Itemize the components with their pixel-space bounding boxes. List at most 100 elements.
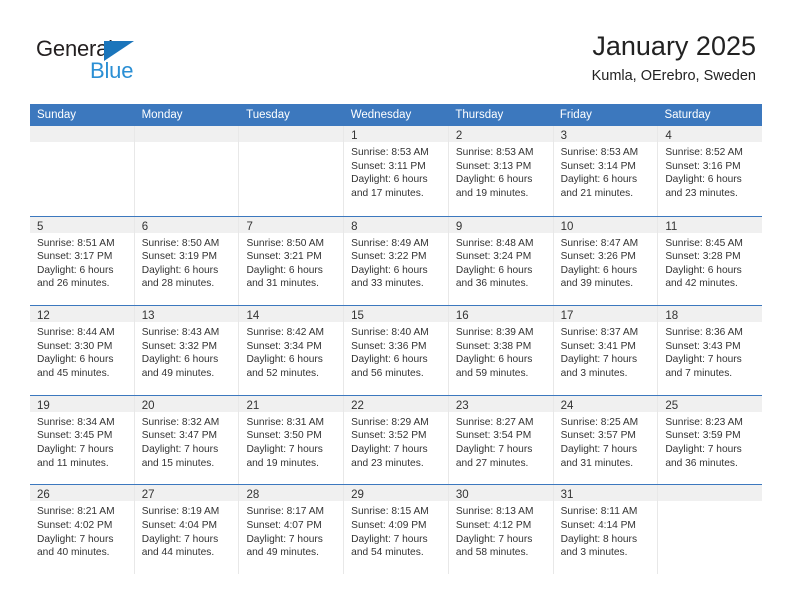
calendar-day-cell[interactable]: 15 Sunrise: 8:40 AM Sunset: 3:36 PM Dayligh… (344, 306, 449, 395)
calendar-day-cell[interactable]: 14 Sunrise: 8:42 AM Sunset: 3:34 PM Dayligh… (239, 306, 345, 395)
calendar-day-cell[interactable]: 30 Sunrise: 8:13 AM Sunset: 4:12 PM Dayligh… (448, 485, 554, 574)
calendar-day-cell[interactable]: 25 Sunrise: 8:23 AM Sunset: 3:59 PM Dayligh… (658, 395, 763, 485)
daylight-duration-line2: and 28 minutes. (141, 278, 215, 290)
calendar-day-cell[interactable]: 2 Sunrise: 8:53 AM Sunset: 3:13 PM Daylight… (448, 126, 554, 216)
sunset-time: Sunset: 3:21 PM (246, 251, 322, 263)
daylight-duration-line2: and 42 minutes. (665, 278, 738, 290)
daylight-duration-line1: Daylight: 7 hours (141, 443, 219, 455)
calendar-day-cell[interactable]: 23 Sunrise: 8:27 AM Sunset: 3:54 PM Dayligh… (448, 395, 554, 485)
day-number-band: 27 (134, 485, 239, 502)
day-details: Sunrise: 8:39 AM Sunset: 3:38 PM Daylight:… (449, 322, 553, 380)
calendar-day-cell[interactable]: 21 Sunrise: 8:31 AM Sunset: 3:50 PM Dayligh… (239, 395, 345, 485)
daylight-duration-line2: and 17 minutes. (351, 187, 424, 199)
day-number: 10 (560, 220, 574, 233)
calendar-day-cell[interactable]: 31 Sunrise: 8:11 AM Sunset: 4:14 PM Dayligh… (553, 485, 659, 574)
daylight-duration-line1: Daylight: 7 hours (560, 443, 638, 455)
sunset-time: Sunset: 3:36 PM (351, 340, 427, 352)
day-number: 29 (351, 489, 364, 502)
day-number: 4 (665, 130, 672, 142)
calendar-day-cell[interactable]: 17 Sunrise: 8:37 AM Sunset: 3:41 PM Dayligh… (553, 306, 659, 395)
calendar-day-cell[interactable]: 29 Sunrise: 8:15 AM Sunset: 4:09 PM Dayligh… (344, 485, 449, 574)
sunset-time: Sunset: 3:45 PM (37, 430, 113, 442)
sunset-time: Sunset: 3:43 PM (665, 340, 741, 352)
daylight-duration-line1: Daylight: 7 hours (246, 533, 323, 545)
calendar-day-cell[interactable]: 22 Sunrise: 8:29 AM Sunset: 3:52 PM Dayligh… (344, 395, 449, 485)
sunset-time: Sunset: 3:17 PM (37, 251, 113, 263)
daylight-duration-line1: Daylight: 7 hours (665, 443, 742, 455)
sunset-time: Sunset: 4:04 PM (141, 519, 218, 531)
day-details: Sunrise: 8:47 AM Sunset: 3:26 PM Daylight:… (554, 233, 658, 291)
calendar-day-cell[interactable]: 16 Sunrise: 8:39 AM Sunset: 3:38 PM Dayligh… (448, 306, 554, 395)
calendar-day-cell[interactable]: 7 Sunrise: 8:50 AM Sunset: 3:21 PM Daylight… (239, 216, 345, 306)
calendar-day-cell[interactable]: 5 Sunrise: 8:51 AM Sunset: 3:17 PM Daylight… (30, 216, 135, 306)
sunrise-time: Sunrise: 8:39 AM (455, 327, 534, 339)
day-number-band: 5 (30, 216, 134, 233)
daylight-duration-line1: Daylight: 7 hours (455, 533, 533, 545)
calendar-day-cell[interactable]: 12 Sunrise: 8:44 AM Sunset: 3:30 PM Dayligh… (30, 306, 135, 395)
sunrise-time: Sunrise: 8:27 AM (455, 416, 534, 428)
daylight-duration-line2: and 19 minutes. (246, 457, 319, 469)
calendar-day-cell[interactable]: 28 Sunrise: 8:17 AM Sunset: 4:07 PM Dayligh… (239, 485, 345, 574)
daylight-duration-line1: Daylight: 7 hours (665, 354, 742, 366)
daylight-duration-line1: Daylight: 6 hours (665, 264, 742, 276)
calendar-day-cell[interactable]: 1 Sunrise: 8:53 AM Sunset: 3:11 PM Daylight… (344, 126, 449, 216)
daylight-duration-line1: Daylight: 8 hours (560, 533, 638, 545)
day-number: 9 (455, 220, 463, 233)
calendar-day-cell[interactable]: 24 Sunrise: 8:25 AM Sunset: 3:57 PM Dayligh… (553, 395, 659, 485)
day-number-band: 4 (658, 126, 763, 142)
calendar-day-cell[interactable]: 20 Sunrise: 8:32 AM Sunset: 3:47 PM Dayligh… (134, 395, 240, 485)
calendar-week-row: 12 Sunrise: 8:44 AM Sunset: 3:30 PM Dayligh… (30, 305, 763, 395)
calendar-day-cell[interactable]: 18 Sunrise: 8:36 AM Sunset: 3:43 PM Dayligh… (658, 306, 763, 395)
sunrise-time: Sunrise: 8:50 AM (246, 237, 325, 249)
calendar-day-cell[interactable]: 6 Sunrise: 8:50 AM Sunset: 3:19 PM Daylight… (134, 216, 240, 306)
calendar-day-cell[interactable]: 3 Sunrise: 8:53 AM Sunset: 3:14 PM Daylight… (553, 126, 659, 216)
day-number-band: 16 (448, 306, 553, 323)
title-block: January 2025 Kumla, OErebro, Sweden (592, 30, 756, 87)
sunset-time: Sunset: 3:28 PM (665, 251, 741, 263)
daylight-duration-line2: and 39 minutes. (560, 278, 634, 290)
day-number: 11 (665, 220, 678, 233)
daylight-duration-line2: and 15 minutes. (141, 457, 215, 469)
page-title: January 2025 (592, 31, 756, 61)
calendar-day-cell[interactable]: 4 Sunrise: 8:52 AM Sunset: 3:16 PM Daylight… (658, 126, 763, 216)
calendar-day-cell[interactable]: 11 Sunrise: 8:45 AM Sunset: 3:28 PM Dayligh… (658, 216, 763, 306)
day-details: Sunrise: 8:50 AM Sunset: 3:21 PM Daylight:… (239, 233, 343, 291)
daylight-duration-line2: and 56 minutes. (351, 367, 424, 379)
sunset-time: Sunset: 3:50 PM (246, 430, 322, 442)
day-details: Sunrise: 8:15 AM Sunset: 4:09 PM Daylight:… (344, 501, 448, 559)
day-details: Sunrise: 8:32 AM Sunset: 3:47 PM Daylight:… (135, 412, 239, 470)
day-number-band: 9 (448, 216, 553, 233)
calendar-day-cell-empty (239, 126, 345, 216)
day-number: 23 (455, 399, 469, 412)
day-details: Sunrise: 8:50 AM Sunset: 3:19 PM Daylight:… (135, 233, 239, 291)
sunrise-time: Sunrise: 8:53 AM (351, 147, 429, 158)
calendar-day-cell[interactable]: 10 Sunrise: 8:47 AM Sunset: 3:26 PM Dayligh… (553, 216, 659, 306)
calendar-day-cell[interactable]: 26 Sunrise: 8:21 AM Sunset: 4:02 PM Dayligh… (30, 485, 135, 574)
day-details: Sunrise: 8:45 AM Sunset: 3:28 PM Daylight:… (658, 233, 762, 291)
sunrise-time: Sunrise: 8:15 AM (351, 506, 429, 518)
calendar-grid: Sunday Monday Tuesday Wednesday Thursday… (30, 104, 763, 574)
calendar-day-cell[interactable]: 13 Sunrise: 8:43 AM Sunset: 3:32 PM Dayligh… (134, 306, 240, 395)
sunrise-time: Sunrise: 8:48 AM (455, 237, 534, 249)
daylight-duration-line2: and 7 minutes. (665, 367, 733, 379)
calendar-day-cell[interactable]: 27 Sunrise: 8:19 AM Sunset: 4:04 PM Dayligh… (134, 485, 240, 574)
day-number-band: 11 (658, 216, 763, 233)
daylight-duration-line1: Daylight: 6 hours (351, 264, 428, 276)
sunrise-time: Sunrise: 8:47 AM (560, 237, 639, 249)
day-details (30, 142, 134, 146)
daylight-duration-line2: and 44 minutes. (141, 547, 215, 559)
day-number-band: 28 (239, 485, 344, 502)
calendar-day-cell[interactable]: 19 Sunrise: 8:34 AM Sunset: 3:45 PM Dayligh… (30, 395, 135, 485)
calendar-day-cell[interactable]: 8 Sunrise: 8:49 AM Sunset: 3:22 PM Daylight… (344, 216, 449, 306)
day-number: 16 (455, 310, 469, 323)
weekday-header-friday: Friday (559, 109, 592, 121)
calendar-day-cell[interactable]: 9 Sunrise: 8:48 AM Sunset: 3:24 PM Daylight… (448, 216, 554, 306)
daylight-duration-line1: Daylight: 7 hours (37, 443, 114, 455)
daylight-duration-line2: and 31 minutes. (560, 457, 634, 469)
day-details: Sunrise: 8:37 AM Sunset: 3:41 PM Daylight:… (554, 322, 658, 380)
daylight-duration-line1: Daylight: 6 hours (560, 264, 638, 276)
day-number: 20 (141, 399, 155, 412)
day-details: Sunrise: 8:34 AM Sunset: 3:45 PM Daylight:… (30, 412, 134, 470)
daylight-duration-line2: and 33 minutes. (351, 278, 424, 290)
day-details: Sunrise: 8:19 AM Sunset: 4:04 PM Daylight:… (135, 501, 239, 559)
